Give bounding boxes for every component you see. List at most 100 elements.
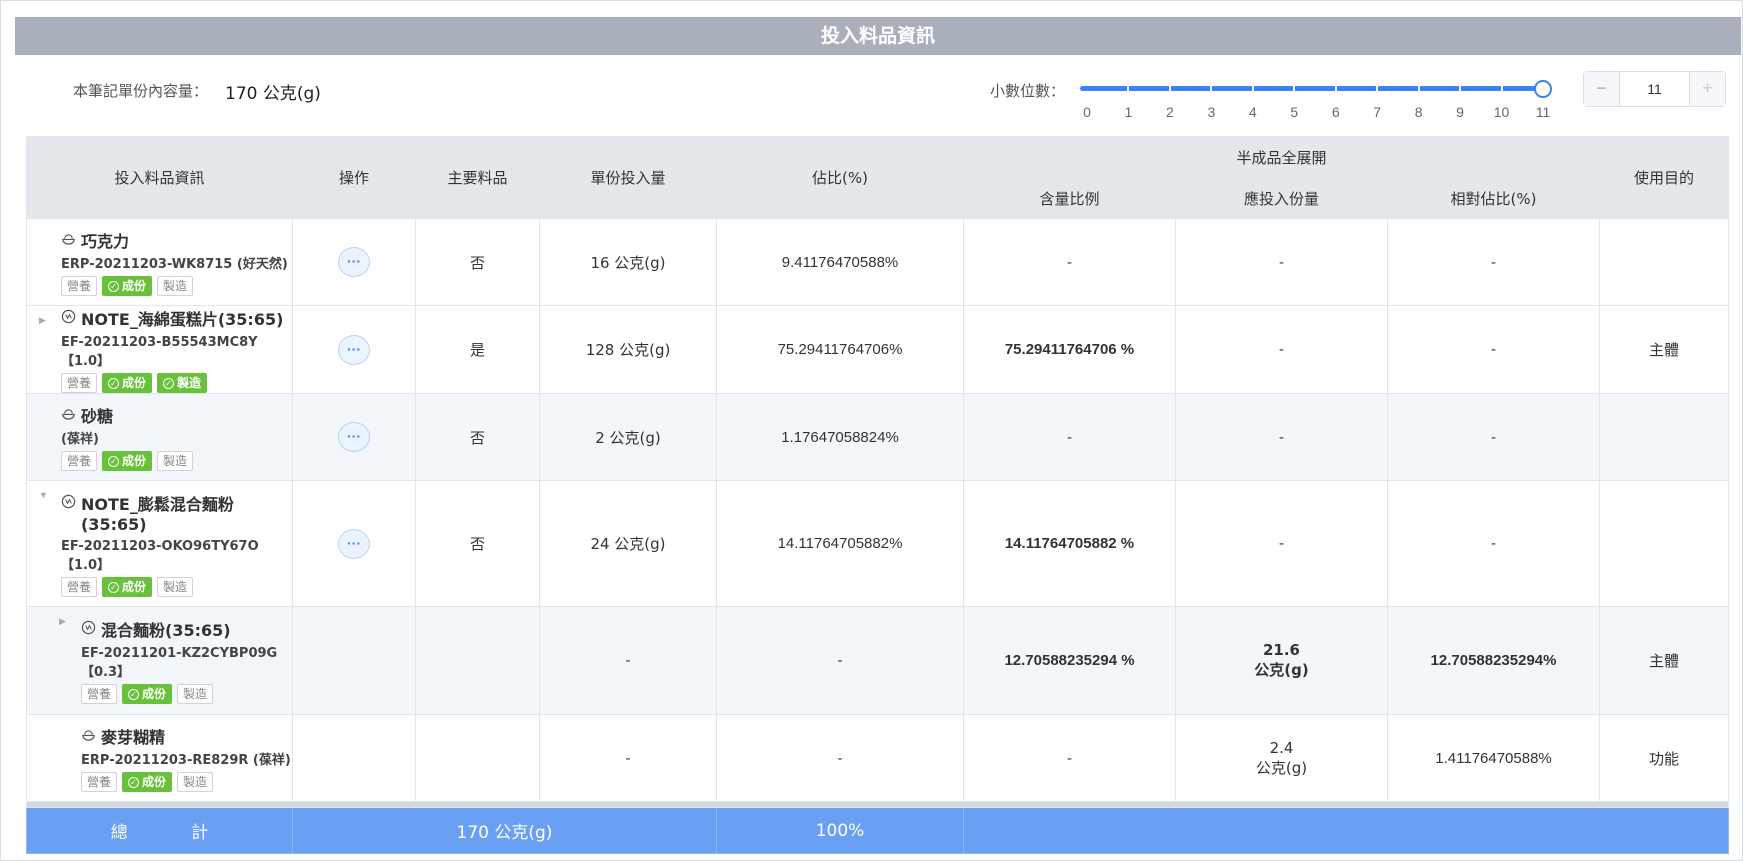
item-code: ERP-20211203-WK8715 (好天然) <box>61 257 288 272</box>
capacity-label: 本筆記單份內容量： <box>73 82 209 100</box>
tag-manufacture[interactable]: 製造 <box>157 576 194 597</box>
content-ratio: - <box>963 393 1176 481</box>
slider-tick-label[interactable]: 3 <box>1196 104 1226 120</box>
check-icon: ✓ <box>128 777 140 788</box>
slider-tick <box>1459 83 1462 94</box>
tag-nutrition[interactable]: 營養 <box>81 684 118 704</box>
tag-ingredient[interactable]: ✓ 成份 <box>122 684 173 704</box>
more-actions-button[interactable]: ··· <box>338 422 370 452</box>
purpose <box>1599 218 1730 306</box>
col-relative: 相對佔比(%) <box>1386 178 1601 219</box>
slider-tick-label[interactable]: 6 <box>1321 104 1351 120</box>
tag-ingredient[interactable]: ✓ 成份 <box>102 373 153 393</box>
total-row: 總 計 170 公克(g) 100% <box>26 807 1730 854</box>
slider-track[interactable] <box>1080 86 1550 91</box>
decrement-button[interactable]: − <box>1584 72 1620 106</box>
bowl-icon <box>82 730 95 741</box>
tag-nutrition[interactable]: 營養 <box>61 373 98 393</box>
slider-tick-label[interactable]: 11 <box>1528 104 1558 120</box>
tag-nutrition[interactable]: 營養 <box>61 576 98 597</box>
content-ratio: 14.11764705882 % <box>963 480 1176 607</box>
slider-handle[interactable] <box>1534 80 1552 98</box>
decimals-stepper[interactable]: − 11 + <box>1583 71 1726 107</box>
should-amount: - <box>1175 480 1388 607</box>
table-row: ▼ NOTE_膨鬆混合麵粉 (35:65) EF-20211203-OKO96TY… <box>26 480 1730 607</box>
tag-manufacture[interactable]: 製造 <box>177 772 214 792</box>
purpose: 功能 <box>1599 714 1730 802</box>
decimals-slider[interactable]: 0 1 2 3 4 5 6 7 8 9 10 11 <box>1080 79 1552 120</box>
slider-tick-label[interactable]: 8 <box>1404 104 1434 120</box>
caret-right-icon[interactable]: ▶ <box>39 315 46 326</box>
slider-tick-label[interactable]: 2 <box>1155 104 1185 120</box>
decimals-label: 小數位數： <box>990 82 1066 100</box>
slider-tick-label[interactable]: 5 <box>1279 104 1309 120</box>
stepper-value[interactable]: 11 <box>1620 72 1689 106</box>
tag-manufacture[interactable]: 製造 <box>157 276 194 296</box>
col-info: 投入料品資訊 <box>26 136 293 219</box>
item-name: NOTE_膨鬆混合麵粉 <box>81 494 234 514</box>
bowl-icon <box>62 234 75 245</box>
more-actions-button[interactable]: ··· <box>338 528 370 559</box>
content-ratio: - <box>963 218 1176 306</box>
tag-nutrition[interactable]: 營養 <box>61 276 98 296</box>
slider-tick <box>1127 83 1130 94</box>
slider-tick-label[interactable]: 9 <box>1445 104 1475 120</box>
tag-nutrition[interactable]: 營養 <box>81 772 118 792</box>
unit-amount: - <box>539 606 717 715</box>
slider-tick-label[interactable]: 7 <box>1362 104 1392 120</box>
total-ratio: 100% <box>716 807 964 854</box>
more-actions-button[interactable]: ··· <box>338 334 370 365</box>
bowl-icon <box>62 409 75 420</box>
unit-amount: 128 公克(g) <box>539 305 717 394</box>
table-row: 巧克力 ERP-20211203-WK8715 (好天然) 營養 ✓ 成份 製造 … <box>26 218 1730 306</box>
item-info: ▶ 混合麵粉(35:65) EF-20211201-KZ2CYBP09G 【0.3… <box>26 606 293 715</box>
tag-manufacture[interactable]: 製造 <box>157 451 194 471</box>
relative-ratio: - <box>1386 218 1601 306</box>
item-code: EF-20211201-KZ2CYBP09G <box>81 646 278 661</box>
content-ratio: 75.29411764706 % <box>963 305 1176 394</box>
recipe-icon <box>61 494 76 508</box>
relative-ratio: - <box>1386 480 1601 607</box>
slider-tick <box>1500 83 1503 94</box>
caret-down-icon[interactable]: ▼ <box>39 490 48 500</box>
main-flag: 否 <box>415 393 540 481</box>
recipe-icon <box>81 620 96 635</box>
item-info: 砂糖 (葆祥) 營養 ✓ 成份 製造 <box>26 393 293 481</box>
tag-ingredient[interactable]: ✓ 成份 <box>102 576 153 597</box>
increment-button[interactable]: + <box>1689 72 1725 106</box>
more-actions-button[interactable]: ··· <box>338 247 370 277</box>
tag-manufacture[interactable]: 製造 <box>177 684 214 704</box>
tag-ingredient[interactable]: ✓ 成份 <box>102 276 153 296</box>
slider-tick-label[interactable]: 1 <box>1113 104 1143 120</box>
col-unit: 單份投入量 <box>539 136 717 219</box>
item-version: 【1.0】 <box>61 557 111 573</box>
check-icon: ✓ <box>108 378 120 389</box>
caret-right-icon[interactable]: ▶ <box>59 616 66 627</box>
ratio: 9.41176470588% <box>716 218 964 306</box>
item-name: 巧克力 <box>81 232 130 251</box>
slider-tick-label[interactable]: 0 <box>1072 104 1102 120</box>
slider-tick <box>1376 83 1379 94</box>
tag-manufacture[interactable]: ✓ 製造 <box>157 373 208 393</box>
tag-ingredient[interactable]: ✓ 成份 <box>122 772 173 792</box>
tag-nutrition[interactable]: 營養 <box>61 451 98 471</box>
col-should: 應投入份量 <box>1175 178 1388 219</box>
slider-tick-label[interactable]: 4 <box>1238 104 1268 120</box>
check-icon: ✓ <box>108 581 120 593</box>
page-title: 投入料品資訊 <box>15 17 1741 55</box>
purpose: 主體 <box>1599 606 1730 715</box>
ratio: 14.11764705882% <box>716 480 964 607</box>
ratio: 75.29411764706% <box>716 305 964 394</box>
purpose: 主體 <box>1599 305 1730 394</box>
table-row: ▶ NOTE_海綿蛋糕片(35:65) EF-20211203-B55543MC… <box>26 305 1730 394</box>
slider-tick <box>1210 83 1213 94</box>
capacity-value: 170 公克(g) <box>225 84 321 104</box>
slider-tick <box>1168 83 1171 94</box>
slider-tick <box>1417 83 1420 94</box>
col-op: 操作 <box>292 136 416 219</box>
col-content: 含量比例 <box>963 178 1176 219</box>
slider-tick-label[interactable]: 10 <box>1487 104 1517 120</box>
tag-ingredient[interactable]: ✓ 成份 <box>102 451 153 471</box>
item-name: 混合麵粉(35:65) <box>101 621 231 640</box>
total-unit: 170 公克(g) <box>292 807 717 854</box>
